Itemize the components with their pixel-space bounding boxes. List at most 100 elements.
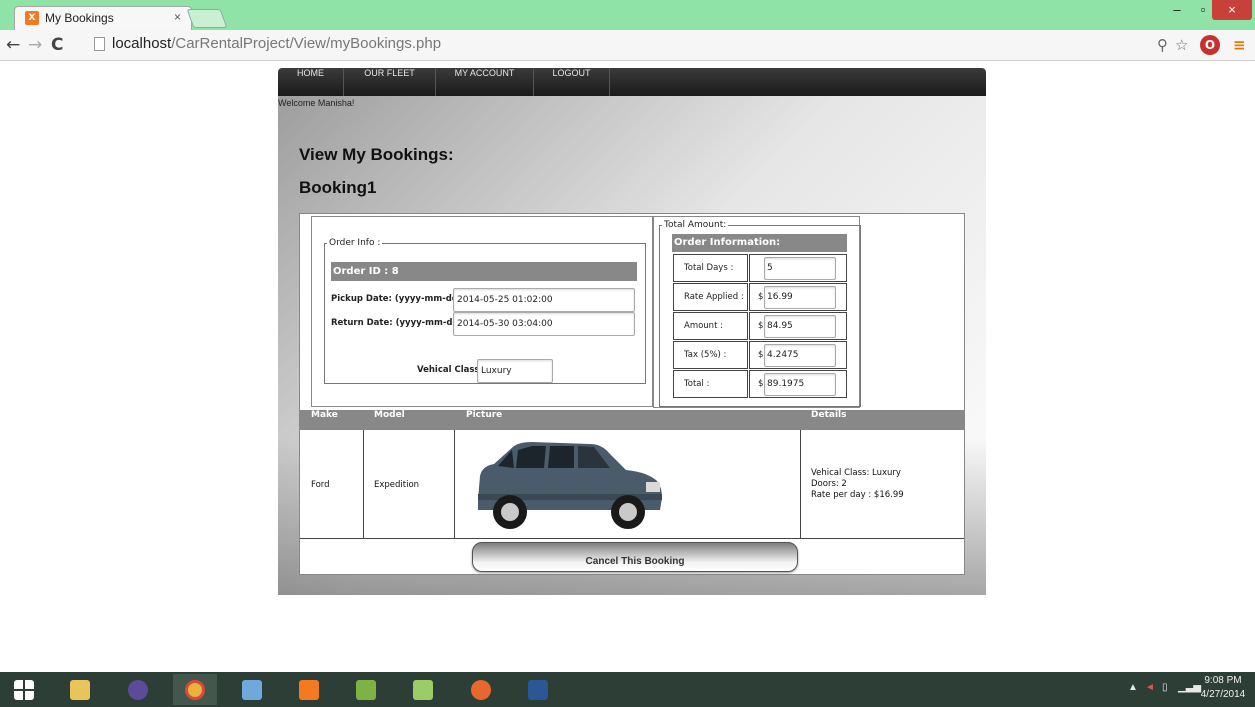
bookmark-star-icon[interactable]: ☆	[1175, 36, 1188, 54]
dollar-sign: $	[758, 379, 764, 389]
taskbar-word[interactable]	[516, 674, 560, 705]
vehicle-class-input[interactable]: Luxury	[477, 359, 553, 383]
main-nav: HOME OUR FLEET MY ACCOUNT LOGOUT	[278, 68, 986, 96]
tax-input[interactable]: 4.2475	[764, 344, 836, 367]
url-path: /CarRentalProject/View/myBookings.php	[171, 35, 442, 52]
order-information-header: Order Information:	[672, 234, 847, 252]
totals-row: Rate Applied : $ 16.99	[673, 283, 847, 312]
totals-row: Amount : $ 84.95	[673, 312, 847, 341]
url-text: localhost/CarRentalProject/View/myBookin…	[112, 35, 441, 52]
xampp-favicon-icon: X	[25, 11, 39, 25]
url-host: localhost	[112, 35, 172, 52]
tray-arrow-icon[interactable]: ▲	[1128, 682, 1138, 693]
rate-applied-label: Rate Applied :	[673, 283, 748, 311]
order-id-bar: Order ID : 8	[331, 262, 637, 281]
detail-doors: Doors: 2	[811, 479, 847, 489]
car-picture	[478, 442, 662, 529]
amount-input[interactable]: 84.95	[764, 315, 836, 338]
dollar-sign: $	[758, 292, 764, 302]
pickup-date-input[interactable]: 2014-05-25 01:02:00	[453, 288, 635, 312]
tab-close-icon[interactable]: ×	[174, 10, 181, 24]
page-title: View My Bookings:	[299, 145, 454, 164]
dollar-sign: $	[758, 350, 764, 360]
header-picture: Picture	[466, 410, 503, 420]
taskbar-eclipse[interactable]	[116, 674, 160, 705]
return-label: Return Date: (yyyy-mm-dd)	[331, 318, 463, 328]
car-table-header: Make Model Picture Details	[300, 410, 964, 430]
page-viewport: HOME OUR FLEET MY ACCOUNT LOGOUT Welcome…	[0, 62, 1255, 672]
clock-date: 4/27/2014	[1200, 689, 1246, 700]
amount-label: Amount :	[673, 312, 748, 340]
windows-taskbar: ▲ ◄ ▯ ▁▃▅ 9:08 PM 4/27/2014	[0, 672, 1255, 707]
folder-icon	[70, 680, 90, 700]
order-info-fieldset: Order Info : Order ID : 8 Pickup Date: (…	[324, 238, 646, 384]
taskbar-notepad[interactable]	[401, 674, 445, 705]
nav-our-fleet[interactable]: OUR FLEET	[344, 68, 436, 96]
table-row: Ford Expedition Vehical Class: Luxury Do…	[300, 430, 964, 539]
browser-menu-icon[interactable]: ≡	[1233, 36, 1246, 54]
site-container: HOME OUR FLEET MY ACCOUNT LOGOUT Welcome…	[278, 68, 986, 595]
return-date-input[interactable]: 2014-05-30 03:04:00	[453, 312, 635, 336]
header-details: Details	[811, 410, 847, 420]
detail-rate: Rate per day : $16.99	[811, 490, 904, 500]
cancel-booking-button[interactable]: Cancel This Booking	[472, 542, 798, 572]
taskbar-clock[interactable]: 9:08 PM 4/27/2014	[1195, 674, 1251, 702]
eclipse-icon	[128, 680, 148, 700]
order-info-legend: Order Info :	[329, 238, 381, 248]
start-button[interactable]	[2, 674, 46, 705]
detail-class: Vehical Class: Luxury	[811, 468, 901, 478]
chrome-icon	[185, 680, 205, 700]
close-window-button[interactable]: ×	[1212, 0, 1252, 20]
app-icon	[356, 680, 376, 700]
xampp-icon	[299, 680, 319, 700]
totals-grid: Total Days : 5 Rate Applied : $ 16.99 Am…	[673, 254, 847, 399]
firefox-icon	[471, 680, 491, 700]
zoom-icon[interactable]: ⚲	[1157, 36, 1168, 54]
windows-logo-icon	[14, 680, 34, 700]
taskbar-file-explorer[interactable]	[58, 674, 102, 705]
booking-title: Booking1	[299, 178, 377, 197]
extension-icon[interactable]: O	[1200, 35, 1220, 55]
header-model: Model	[374, 410, 405, 420]
browser-toolbar: ← → C localhost/CarRentalProject/View/my…	[0, 30, 1255, 61]
rate-applied-input[interactable]: 16.99	[764, 286, 836, 309]
back-arrow-icon[interactable]: ←	[6, 35, 20, 55]
notepad-icon	[413, 680, 433, 700]
taskbar-chrome[interactable]	[173, 674, 217, 705]
power-icon[interactable]: ▯	[1162, 682, 1168, 693]
nav-my-account[interactable]: MY ACCOUNT	[436, 68, 534, 96]
dollar-sign: $	[758, 321, 764, 331]
tab-title: My Bookings	[45, 11, 114, 25]
forward-arrow-icon[interactable]: →	[28, 35, 42, 55]
taskbar-firefox[interactable]	[459, 674, 503, 705]
total-input[interactable]: 89.1975	[764, 373, 836, 396]
browser-tabstrip: X My Bookings × – ▫ ×	[0, 0, 1255, 30]
new-tab-button[interactable]	[186, 9, 228, 28]
taskbar-app-green[interactable]	[344, 674, 388, 705]
taskbar-xampp[interactable]	[287, 674, 331, 705]
tax-label: Tax (5%) :	[673, 341, 748, 369]
totals-row: Tax (5%) : $ 4.2475	[673, 341, 847, 370]
total-label: Total :	[673, 370, 748, 398]
virtualbox-icon	[242, 680, 262, 700]
header-make: Make	[311, 410, 338, 420]
booking-table: Order Info : Order ID : 8 Pickup Date: (…	[299, 213, 965, 575]
totals-row: Total Days : 5	[673, 254, 847, 283]
nav-home[interactable]: HOME	[278, 68, 344, 96]
nav-logout[interactable]: LOGOUT	[534, 68, 610, 96]
reload-icon[interactable]: C	[51, 35, 63, 55]
word-icon	[528, 680, 548, 700]
clock-time: 9:08 PM	[1204, 675, 1242, 686]
car-model: Expedition	[374, 480, 420, 490]
volume-muted-icon[interactable]: ◄	[1145, 682, 1155, 693]
total-days-input[interactable]: 5	[764, 257, 836, 280]
welcome-text: Welcome Manisha!	[278, 98, 355, 108]
minimize-button[interactable]: –	[1164, 0, 1190, 20]
taskbar-virtualbox[interactable]	[230, 674, 274, 705]
browser-tab[interactable]: X My Bookings ×	[14, 6, 192, 30]
car-make: Ford	[311, 480, 330, 490]
pickup-label: Pickup Date: (yyyy-mm-dd)	[331, 294, 462, 304]
vehicle-class-label: Vehical Class:	[417, 365, 483, 375]
total-amount-legend: Total Amount:	[664, 220, 727, 230]
address-bar[interactable]: localhost/CarRentalProject/View/myBookin…	[90, 34, 1150, 56]
